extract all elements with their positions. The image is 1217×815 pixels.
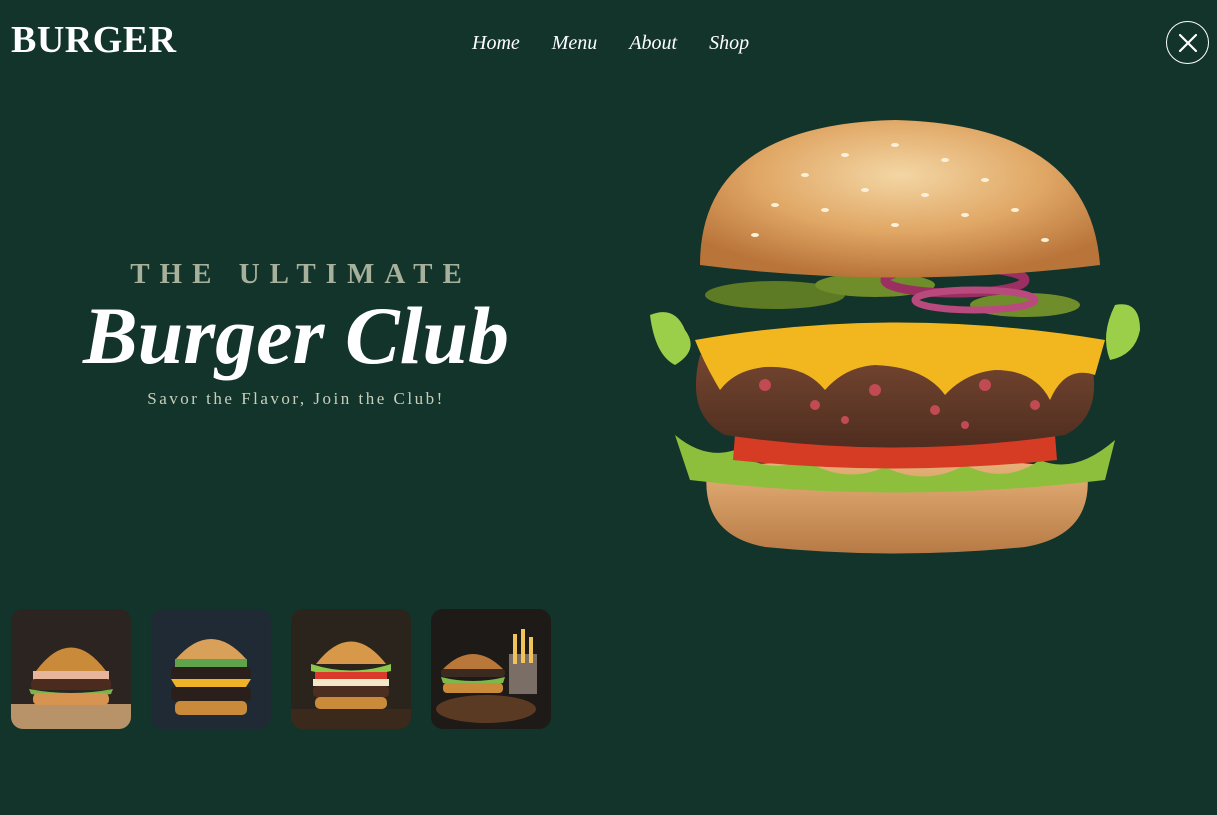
nav-about-link[interactable]: About: [629, 32, 677, 55]
burger-thumb-2[interactable]: [151, 609, 271, 729]
hero-text: THE ULTIMATE Burger Club Savor the Flavo…: [40, 258, 552, 409]
main-nav: Home Menu About Shop: [472, 32, 749, 55]
nav-home-link[interactable]: Home: [472, 32, 520, 55]
burger-thumb-4[interactable]: [431, 609, 551, 729]
hero-headline: Burger Club: [82, 290, 510, 381]
close-button[interactable]: [1166, 21, 1209, 64]
nav-shop-link[interactable]: Shop: [709, 32, 749, 55]
hero-tagline: Savor the Flavor, Join the Club!: [147, 389, 445, 408]
burger-hero-image: [650, 120, 1140, 554]
burger-thumb-3[interactable]: [291, 609, 411, 729]
burger-thumb-1[interactable]: [11, 609, 131, 729]
nav-menu-link[interactable]: Menu: [552, 32, 598, 55]
burger-gallery: [11, 609, 551, 729]
brand-logo[interactable]: BURGER: [11, 18, 177, 62]
hero-eyebrow: THE ULTIMATE: [130, 258, 472, 290]
close-icon: [1178, 33, 1197, 52]
